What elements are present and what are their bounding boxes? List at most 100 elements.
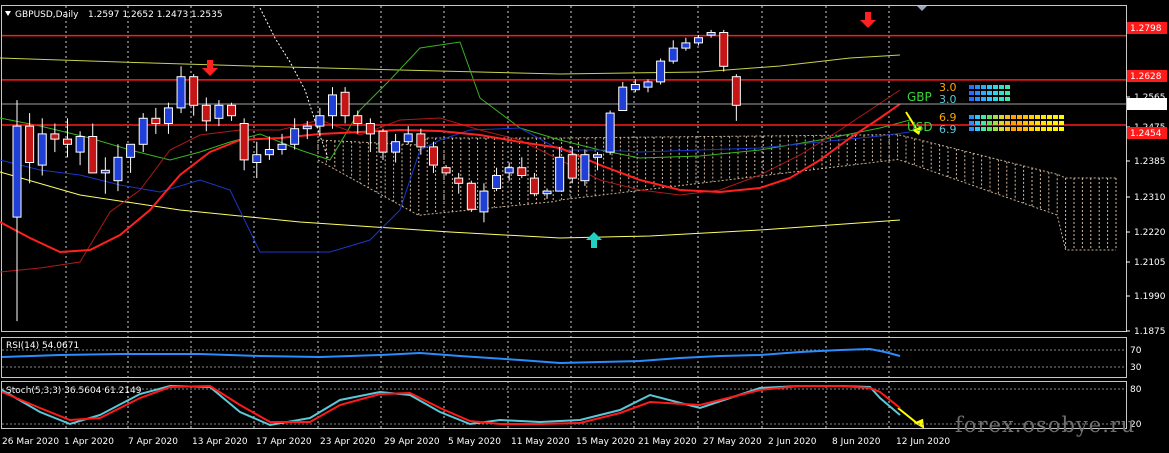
date-axis: 26 Mar 2020 1 Apr 2020 7 Apr 2020 13 Apr 20…	[2, 437, 950, 447]
strength-segment	[1047, 121, 1052, 125]
candle-body	[12, 125, 22, 218]
candle-body	[630, 84, 640, 91]
strength-segment	[1005, 85, 1010, 89]
date-label: 26 Mar 2020	[2, 437, 59, 447]
strength-segment	[975, 91, 980, 95]
strength-segment	[987, 121, 992, 125]
candle-body	[517, 167, 527, 176]
strength-segment	[1005, 127, 1010, 131]
strength-segment	[969, 97, 974, 101]
strength-segment	[1035, 127, 1040, 131]
strength-segment	[969, 127, 974, 131]
strength-segment	[981, 91, 986, 95]
strength-segment	[1059, 127, 1064, 131]
strength-segment	[1011, 115, 1016, 119]
strength-segment	[999, 97, 1004, 101]
date-label: 1 Apr 2020	[64, 437, 114, 447]
strength-segment	[1053, 121, 1058, 125]
strength-segment	[987, 127, 992, 131]
watermark: forex.osobye.ru	[955, 413, 1135, 437]
chart-frame: 1.25651.24751.23851.23101.22201.21051.19…	[0, 0, 1169, 453]
strength-segment	[975, 115, 980, 119]
candle-body	[176, 76, 186, 109]
candle-body	[277, 143, 287, 151]
candle-body	[580, 154, 590, 182]
strength-segment	[969, 115, 974, 119]
candle-body	[391, 141, 401, 153]
candle-body	[567, 154, 577, 179]
strength-segment	[1005, 115, 1010, 119]
strength-segment	[1029, 121, 1034, 125]
candle-body	[163, 107, 173, 125]
strength-segment	[981, 97, 986, 101]
strength-segment	[1053, 127, 1058, 131]
candle-body	[504, 167, 514, 174]
candle-body	[189, 76, 199, 106]
candle-body	[706, 32, 716, 36]
candle-body	[593, 154, 603, 158]
usd-value-2: 6.9	[939, 123, 957, 136]
price-tick-label: 1.2105	[1134, 258, 1166, 268]
candle-body	[227, 104, 237, 117]
candle-body	[302, 125, 312, 130]
ohlc-label: 1.2597 1.2652 1.2473 1.2535	[88, 10, 223, 20]
strength-segment	[1005, 97, 1010, 101]
candle-body	[643, 81, 653, 88]
date-label: 13 Apr 2020	[192, 437, 248, 447]
date-label: 15 May 2020	[576, 437, 635, 447]
candle-body	[529, 177, 539, 195]
strength-segment	[1017, 121, 1022, 125]
strength-segment	[993, 85, 998, 89]
candle-body	[138, 117, 148, 145]
date-label: 8 Jun 2020	[832, 437, 881, 447]
strength-segment	[975, 85, 980, 89]
strength-segment	[999, 91, 1004, 95]
candle-body	[151, 117, 161, 125]
date-label: 11 May 2020	[511, 437, 570, 447]
candle-body	[365, 123, 375, 135]
strength-segment	[1041, 127, 1046, 131]
gbp-label: GBP	[907, 90, 932, 104]
rsi-level-70: 70	[1130, 346, 1142, 356]
date-label: 17 Apr 2020	[256, 437, 312, 447]
candle-body	[201, 104, 211, 122]
strength-segment	[969, 91, 974, 95]
date-label: 2 Jun 2020	[768, 437, 817, 447]
candle-body	[100, 169, 110, 174]
strength-segment	[987, 85, 992, 89]
candle-body	[719, 32, 729, 67]
candle-body	[264, 149, 274, 156]
price-badge-label: 1.2454	[1130, 129, 1162, 139]
strength-segment	[999, 121, 1004, 125]
price-tick-label: 1.1875	[1134, 327, 1166, 337]
candle-body	[62, 138, 72, 145]
rsi-level-30: 30	[1130, 363, 1142, 373]
candle-body	[252, 154, 262, 163]
candle-body	[340, 91, 350, 117]
candle-body	[416, 133, 426, 148]
price-tick-label: 1.2310	[1134, 193, 1166, 203]
strength-segment	[987, 97, 992, 101]
strength-segment	[969, 121, 974, 125]
strength-segment	[1029, 127, 1034, 131]
candle-body	[239, 123, 249, 161]
usd-label: USD	[907, 120, 933, 134]
strength-segment	[993, 115, 998, 119]
strength-segment	[993, 97, 998, 101]
chart-header: GBPUSD,Daily 1.2597 1.2652 1.2473 1.2535	[5, 10, 223, 20]
candle-body	[681, 42, 691, 49]
date-label: 23 Apr 2020	[320, 437, 376, 447]
strength-segment	[1023, 121, 1028, 125]
date-label: 7 Apr 2020	[128, 437, 178, 447]
strength-segment	[975, 97, 980, 101]
strength-segment	[1011, 127, 1016, 131]
strength-segment	[1011, 121, 1016, 125]
strength-segment	[969, 85, 974, 89]
candle-body	[113, 156, 123, 182]
candle-body	[378, 130, 388, 153]
strength-segment	[1017, 127, 1022, 131]
strength-segment	[981, 85, 986, 89]
price-tick-label: 1.2220	[1134, 228, 1166, 238]
strength-segment	[1023, 115, 1028, 119]
candle-body	[731, 76, 741, 106]
